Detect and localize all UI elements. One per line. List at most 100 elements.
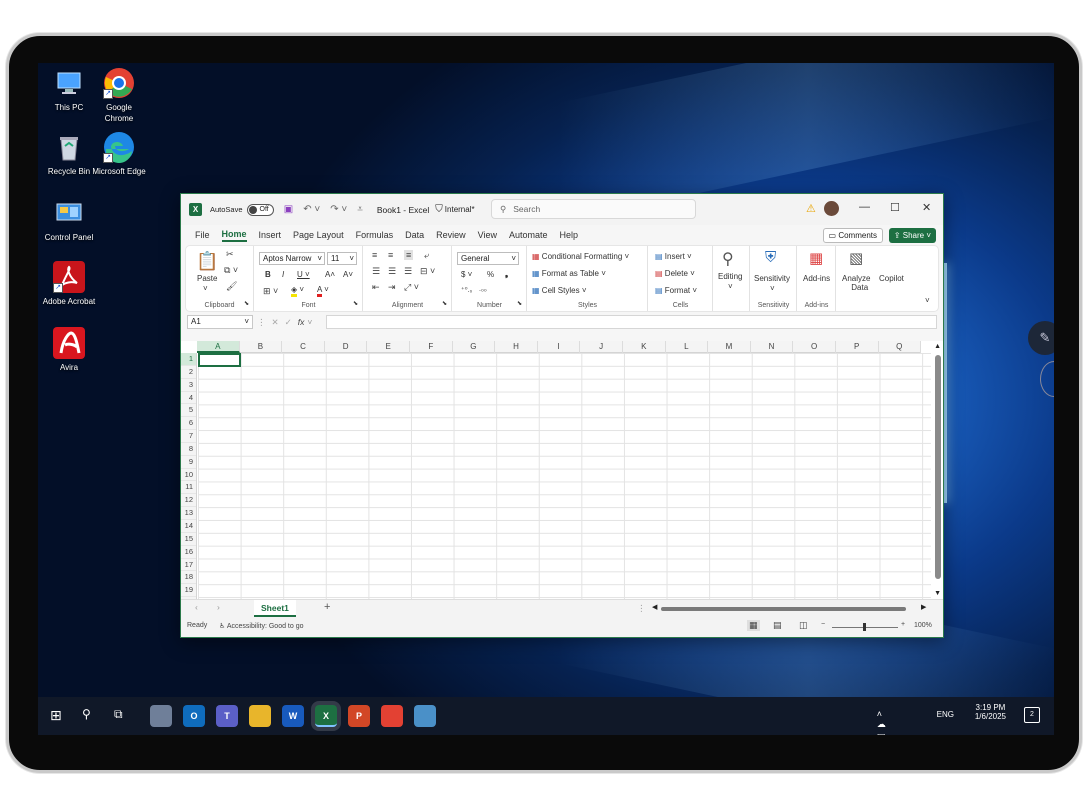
paste-dropdown-icon[interactable]: ˅	[203, 284, 208, 293]
fill-color-icon[interactable]: ◈ ˅	[291, 285, 304, 297]
excel-icon[interactable]: X	[315, 705, 337, 727]
tab-formulas[interactable]: Formulas	[356, 230, 394, 240]
search-input[interactable]: ⚲ Search	[491, 199, 696, 219]
dialog-launcher-icon[interactable]: ⬊	[244, 300, 249, 307]
chrome-icon[interactable]	[381, 705, 403, 727]
side-circle-button[interactable]	[1040, 361, 1054, 397]
accessibility-status[interactable]: ♿ Accessibility: Good to go	[219, 622, 304, 630]
dialog-launcher-icon[interactable]: ⬊	[442, 300, 447, 307]
sensitivity-dropdown-icon[interactable]: ˅	[770, 284, 775, 293]
active-cell[interactable]	[198, 353, 241, 367]
outlook-icon[interactable]: O	[183, 705, 205, 727]
scroll-left-icon[interactable]: ◀	[652, 603, 657, 611]
paste-button[interactable]: Paste	[197, 274, 217, 283]
desktop-icon-avira[interactable]: Avira	[41, 327, 97, 373]
windows-start-icon[interactable]: ⊞	[50, 707, 62, 724]
increase-indent-icon[interactable]: ⇥	[388, 282, 396, 293]
maximize-icon[interactable]: ☐	[890, 201, 900, 214]
tab-review[interactable]: Review	[436, 230, 466, 240]
align-right-icon[interactable]: ☰	[404, 266, 412, 277]
align-middle-icon[interactable]: ≡	[388, 250, 393, 260]
decrease-indent-icon[interactable]: ⇤	[372, 282, 380, 293]
row-header[interactable]: 11	[181, 481, 196, 495]
zoom-in-icon[interactable]: +	[901, 621, 905, 628]
dialog-launcher-icon[interactable]: ⬊	[517, 300, 522, 307]
orientation-icon[interactable]: ⤢ ˅	[404, 282, 419, 293]
row-header[interactable]: 17	[181, 559, 196, 572]
undo-icon[interactable]: ↶ ˅	[303, 204, 320, 215]
tab-insert[interactable]: Insert	[259, 230, 282, 240]
row-header[interactable]: 7	[181, 430, 196, 443]
font-name-select[interactable]: Aptos Narrow ˅	[259, 252, 325, 265]
pen-icon[interactable]: ✎	[1028, 321, 1054, 355]
align-left-icon[interactable]: ☰	[372, 266, 380, 277]
paint-icon[interactable]	[150, 705, 172, 727]
clock[interactable]: 3:19 PM 1/6/2025	[975, 703, 1006, 721]
powerpoint-icon[interactable]: P	[348, 705, 370, 727]
dialog-launcher-icon[interactable]: ⬊	[353, 300, 358, 307]
column-header[interactable]: K	[623, 341, 666, 353]
currency-icon[interactable]: $ ˅	[461, 270, 472, 279]
word-icon[interactable]: W	[282, 705, 304, 727]
comments-button[interactable]: ▭ Comments	[822, 228, 883, 243]
column-header[interactable]: A	[197, 341, 240, 353]
row-header[interactable]: 12	[181, 494, 196, 508]
decrease-decimal-icon[interactable]: .₀₀	[479, 286, 487, 293]
add-sheet-button[interactable]: +	[324, 601, 330, 613]
scroll-up-icon[interactable]: ▲	[934, 343, 941, 350]
column-header[interactable]: E	[367, 341, 410, 353]
tab-data[interactable]: Data	[405, 230, 424, 240]
column-header[interactable]: L	[666, 341, 709, 353]
row-header[interactable]: 16	[181, 546, 196, 559]
align-top-icon[interactable]: ≡	[372, 250, 377, 260]
magnifier-icon[interactable]: ⚲	[722, 249, 734, 269]
page-layout-view-icon[interactable]: ▤	[773, 620, 782, 631]
share-button[interactable]: ⇪ Share ˅	[888, 228, 936, 243]
format-painter-icon[interactable]: 🖌	[226, 281, 237, 292]
merge-center-icon[interactable]: ⊟ ˅	[420, 266, 435, 277]
align-center-icon[interactable]: ☰	[388, 266, 396, 277]
close-icon[interactable]: ✕	[922, 201, 931, 214]
increase-font-icon[interactable]: A˄	[325, 270, 335, 279]
row-header[interactable]: 18	[181, 571, 196, 585]
align-bottom-icon[interactable]: ≡	[404, 250, 414, 260]
row-header[interactable]: 14	[181, 520, 196, 533]
insert-cells-button[interactable]: ▤ Insert ˅	[655, 252, 692, 261]
analyze-data-icon[interactable]: ▧	[849, 249, 863, 267]
column-header[interactable]: J	[580, 341, 623, 353]
column-header[interactable]: D	[325, 341, 368, 353]
enter-icon[interactable]: ✓	[285, 317, 292, 328]
format-cells-button[interactable]: ▤ Format ˅	[655, 286, 697, 295]
row-header[interactable]: 10	[181, 469, 196, 482]
column-header[interactable]: I	[538, 341, 581, 353]
desktop-icon-chrome[interactable]: ↗ Google Chrome	[91, 67, 147, 124]
column-header[interactable]: Q	[879, 341, 922, 353]
tab-help[interactable]: Help	[560, 230, 579, 240]
collapse-ribbon-icon[interactable]: ˅	[925, 296, 930, 305]
language-indicator[interactable]: ENG	[937, 710, 954, 719]
teams-icon[interactable]: T	[216, 705, 238, 727]
addins-button[interactable]: Add-ins	[803, 274, 830, 283]
zoom-out-icon[interactable]: −	[821, 621, 825, 628]
font-size-select[interactable]: 11 ˅	[327, 252, 357, 265]
conditional-formatting-button[interactable]: ▦ Conditional Formatting ˅	[532, 252, 629, 261]
row-header[interactable]: 8	[181, 443, 196, 456]
formula-input[interactable]	[326, 315, 937, 329]
tab-page-layout[interactable]: Page Layout	[293, 230, 344, 240]
zoom-slider-thumb[interactable]	[863, 623, 866, 631]
zoom-level[interactable]: 100%	[914, 622, 932, 629]
font-color-icon[interactable]: A ˅	[317, 285, 329, 297]
autosave-toggle[interactable]: Off	[246, 203, 274, 216]
vertical-scrollbar[interactable]	[935, 355, 941, 579]
bold-icon[interactable]: B	[265, 270, 271, 279]
wrap-text-icon[interactable]: ⤶	[424, 250, 429, 261]
row-header[interactable]: 6	[181, 417, 196, 431]
cell-grid[interactable]	[198, 353, 931, 599]
search-icon[interactable]: ⚲	[82, 707, 91, 721]
desktop-icon-recycle-bin[interactable]: Recycle Bin	[41, 131, 97, 177]
decrease-font-icon[interactable]: A˅	[343, 270, 353, 279]
desktop-icon-this-pc[interactable]: This PC	[41, 67, 97, 113]
tab-home[interactable]: Home	[221, 229, 247, 242]
editing-dropdown-icon[interactable]: ˅	[728, 282, 733, 291]
desktop-icon-control-panel[interactable]: Control Panel	[41, 197, 97, 243]
